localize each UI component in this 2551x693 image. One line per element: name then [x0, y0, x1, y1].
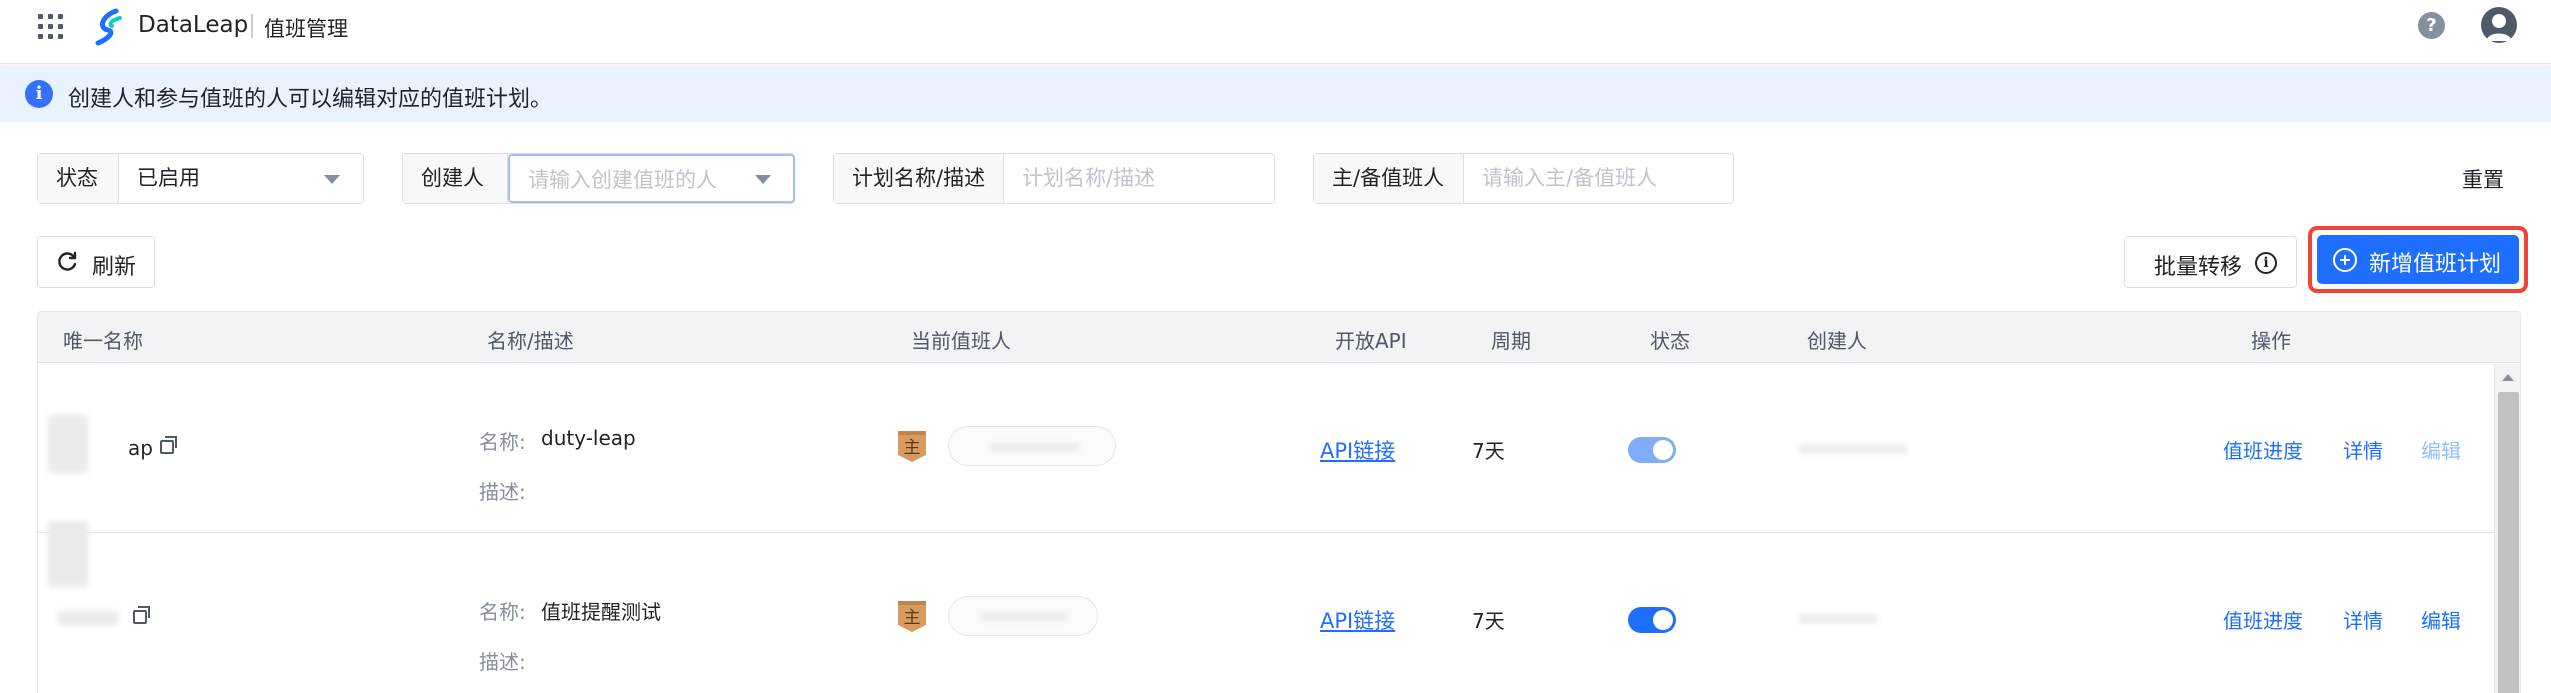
unique-name: ap	[128, 436, 153, 460]
oncall-plan-table: 唯一名称 名称/描述 当前值班人 开放API 周期 状态 创建人 操作 ap 名…	[37, 311, 2521, 693]
details-link[interactable]: 详情	[2343, 605, 2383, 634]
redacted-text	[48, 415, 88, 473]
table-scrollbar[interactable]	[2494, 364, 2520, 693]
info-icon: i	[25, 80, 53, 108]
info-alert: i 创建人和参与值班的人可以编辑对应的值班计划。	[0, 66, 2551, 122]
copy-icon[interactable]	[160, 436, 177, 454]
status-filter-label: 状态	[38, 154, 119, 203]
table-row: ap 名称: duty-leap 描述: 主 API链接 7天 值班进度 详情 …	[38, 363, 2494, 533]
column-header-period: 周期	[1491, 329, 1531, 353]
status-toggle[interactable]	[1628, 607, 1676, 633]
details-link[interactable]: 详情	[2343, 435, 2383, 464]
api-link[interactable]: API链接	[1320, 435, 1395, 465]
plan-name: duty-leap	[541, 426, 636, 450]
plan-name: 值班提醒测试	[541, 600, 661, 624]
current-oncall-user	[948, 596, 1098, 636]
scroll-up-icon[interactable]	[2502, 374, 2514, 381]
creator-select-input[interactable]: 请输入创建值班的人	[508, 154, 795, 203]
help-icon[interactable]: ?	[2418, 12, 2445, 39]
current-oncall-user	[948, 426, 1116, 466]
reset-button[interactable]: 重置	[2462, 164, 2504, 194]
refresh-icon	[58, 251, 77, 271]
table-row: 名称: 值班提醒测试 描述: 主 API链接 7天 值班进度 详情 编辑	[38, 521, 2494, 693]
column-header-status: 状态	[1650, 329, 1690, 353]
plan-search-input[interactable]: 计划名称/描述	[1004, 154, 1274, 203]
plan-filter-label: 计划名称/描述	[834, 154, 1004, 203]
column-header-unique-name: 唯一名称	[63, 329, 143, 353]
status-filter[interactable]: 状态 已启用	[37, 153, 364, 204]
highlight-box: 新增值班计划	[2308, 226, 2528, 293]
primary-oncall-badge-icon: 主	[896, 429, 928, 463]
redacted-text	[48, 521, 88, 587]
table-header: 唯一名称 名称/描述 当前值班人 开放API 周期 状态 创建人 操作	[38, 312, 2520, 363]
scrollbar-thumb[interactable]	[2498, 392, 2519, 693]
api-link[interactable]: API链接	[1320, 605, 1395, 635]
app-grid-icon[interactable]	[38, 14, 64, 40]
redacted-text	[1798, 615, 1878, 623]
brand-divider	[251, 14, 253, 38]
name-label: 名称:	[479, 430, 526, 454]
period-value: 7天	[1472, 609, 1505, 633]
badge-label: 主	[904, 608, 921, 628]
column-header-actions: 操作	[2251, 329, 2291, 353]
desc-label: 描述:	[479, 480, 526, 504]
oncall-filter-label: 主/备值班人	[1314, 154, 1464, 203]
dataleap-logo-icon	[95, 8, 122, 46]
refresh-button[interactable]: 刷新	[37, 236, 155, 288]
info-circle-icon[interactable]: i	[2255, 252, 2277, 274]
edit-link[interactable]: 编辑	[2421, 605, 2461, 634]
chevron-down-icon[interactable]	[324, 175, 340, 184]
oncall-progress-link[interactable]: 值班进度	[2223, 435, 2303, 464]
add-oncall-plan-label: 新增值班计划	[2369, 252, 2502, 277]
column-header-current-oncall: 当前值班人	[911, 329, 1011, 353]
status-toggle[interactable]	[1628, 437, 1676, 463]
add-oncall-plan-button[interactable]: 新增值班计划	[2317, 235, 2519, 284]
copy-icon[interactable]	[133, 606, 150, 624]
column-header-open-api: 开放API	[1335, 329, 1407, 353]
name-label: 名称:	[479, 600, 526, 624]
redacted-text	[1798, 445, 1908, 453]
oncall-progress-link[interactable]: 值班进度	[2223, 605, 2303, 634]
redacted-text	[979, 613, 1069, 621]
redacted-text	[989, 443, 1079, 451]
column-header-name-desc: 名称/描述	[487, 329, 574, 353]
user-avatar-icon[interactable]	[2481, 7, 2517, 43]
refresh-button-label: 刷新	[92, 255, 137, 280]
creator-filter-label: 创建人	[403, 154, 508, 203]
batch-transfer-label: 批量转移	[2154, 255, 2243, 280]
primary-oncall-badge-icon: 主	[896, 599, 928, 633]
plan-filter[interactable]: 计划名称/描述 计划名称/描述	[833, 153, 1275, 204]
page-breadcrumb[interactable]: 值班管理	[264, 13, 348, 43]
redacted-text	[58, 611, 118, 625]
batch-transfer-button[interactable]: 批量转移 i	[2124, 236, 2297, 288]
creator-filter[interactable]: 创建人 请输入创建值班的人	[402, 153, 795, 204]
column-header-creator: 创建人	[1807, 329, 1867, 353]
oncall-filter[interactable]: 主/备值班人 请输入主/备值班人	[1313, 153, 1734, 204]
desc-label: 描述:	[479, 650, 526, 674]
chevron-down-icon[interactable]	[755, 175, 771, 184]
period-value: 7天	[1472, 439, 1505, 463]
badge-label: 主	[904, 438, 921, 458]
brand-name[interactable]: DataLeap	[138, 12, 248, 38]
plus-circle-icon	[2333, 248, 2357, 272]
alert-text: 创建人和参与值班的人可以编辑对应的值班计划。	[68, 87, 553, 112]
edit-link[interactable]: 编辑	[2421, 435, 2461, 464]
top-navigation-bar: DataLeap 值班管理 ?	[0, 0, 2551, 64]
oncall-search-input[interactable]: 请输入主/备值班人	[1464, 154, 1733, 203]
